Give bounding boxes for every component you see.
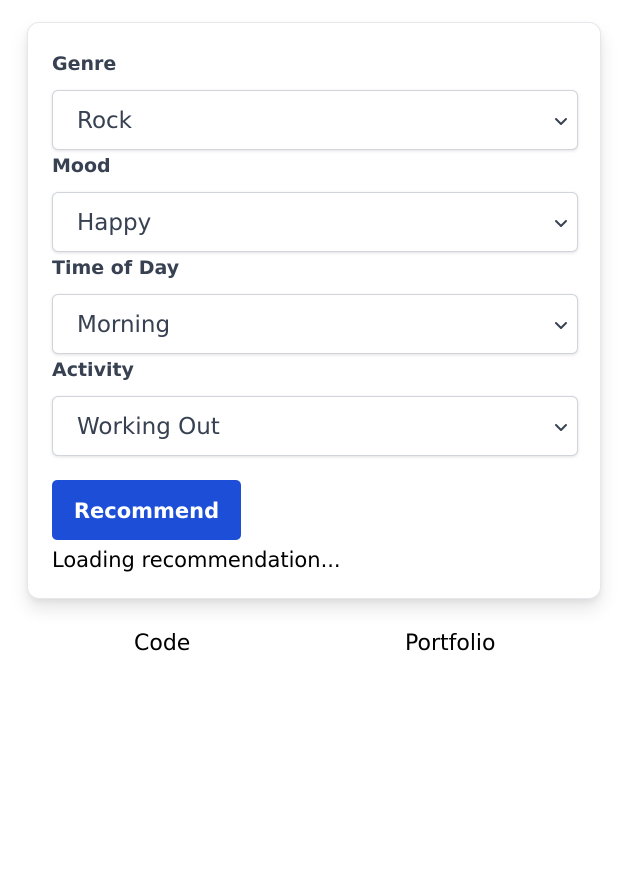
mood-label: Mood: [52, 155, 111, 177]
status-text: Loading recommendation...: [52, 548, 341, 572]
recommendation-form-card: Genre Rock Mood Happy Time of Day Mornin…: [27, 22, 601, 599]
mood-select-value: Happy: [77, 210, 152, 236]
time-of-day-label: Time of Day: [52, 257, 180, 279]
chevron-down-icon: [555, 424, 567, 431]
genre-select[interactable]: Rock: [52, 90, 578, 150]
genre-label: Genre: [52, 53, 117, 75]
activity-select[interactable]: Working Out: [52, 396, 578, 456]
mood-select[interactable]: Happy: [52, 192, 578, 252]
recommend-button[interactable]: Recommend: [52, 480, 241, 540]
chevron-down-icon: [555, 322, 567, 329]
activity-label: Activity: [52, 359, 134, 381]
code-link[interactable]: Code: [134, 630, 190, 658]
chevron-down-icon: [555, 220, 567, 227]
genre-select-value: Rock: [77, 108, 132, 134]
activity-select-value: Working Out: [77, 414, 220, 440]
chevron-down-icon: [555, 118, 567, 125]
time-of-day-select-value: Morning: [77, 312, 171, 338]
time-of-day-select[interactable]: Morning: [52, 294, 578, 354]
portfolio-link[interactable]: Portfolio: [405, 630, 496, 658]
